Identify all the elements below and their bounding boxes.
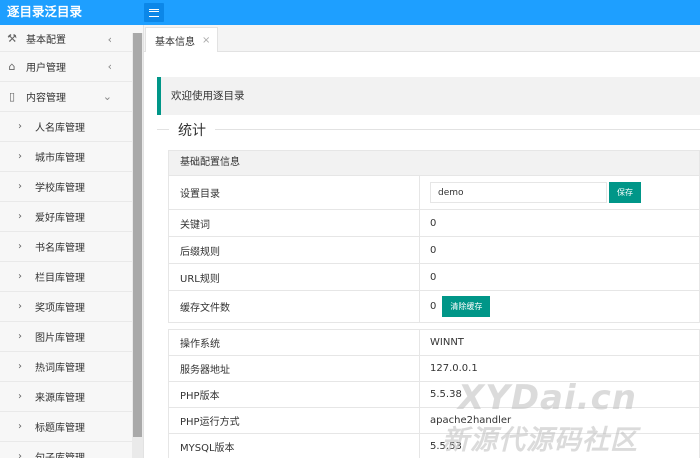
sidebar-subitem-hobbies[interactable]: › 爱好库管理 <box>0 202 143 232</box>
tab-basic-info[interactable]: 基本信息 × <box>145 27 218 52</box>
row-value: 0 <box>430 271 437 283</box>
sidebar-subitem-sources[interactable]: › 来源库管理 <box>0 382 143 412</box>
stats-legend: 统计 <box>169 120 215 140</box>
row-key: 缓存文件数 <box>169 291 420 322</box>
sidebar-item-label: 奖项库管理 <box>35 303 85 314</box>
section-header: 基础配置信息 <box>168 150 700 176</box>
table-row: 后缀规则 0 <box>168 237 700 264</box>
sidebar-subitem-cities[interactable]: › 城市库管理 <box>0 142 143 172</box>
table-row: PHP运行方式 apache2handler <box>168 408 700 434</box>
main-content: 欢迎使用逐目录 统计 基础配置信息 设置目录 保存 关键词 0 后缀规则 0 U… <box>144 52 700 458</box>
chevron-right-icon: › <box>18 421 22 432</box>
close-icon[interactable]: × <box>202 35 210 46</box>
sidebar-subitem-schools[interactable]: › 学校库管理 <box>0 172 143 202</box>
chevron-right-icon: › <box>18 391 22 402</box>
cache-count: 0 <box>430 301 437 312</box>
chevron-right-icon: › <box>18 361 22 372</box>
sidebar-subitem-columns[interactable]: › 栏目库管理 <box>0 262 143 292</box>
chevron-right-icon: › <box>18 181 22 192</box>
tools-icon: ⚒ <box>7 31 17 45</box>
row-key: MYSQL版本 <box>169 434 420 458</box>
fieldset-border <box>157 129 700 130</box>
sidebar-item-basic-config[interactable]: ⚒ 基本配置 ‹ <box>0 25 143 52</box>
app-title: 逐目录泛目录 <box>7 4 83 19</box>
row-key: URL规则 <box>169 264 420 290</box>
row-key: 设置目录 <box>169 176 420 209</box>
sidebar-item-label: 用户管理 <box>26 63 66 74</box>
sidebar-subitem-awards[interactable]: › 奖项库管理 <box>0 292 143 322</box>
sidebar-subitem-books[interactable]: › 书名库管理 <box>0 232 143 262</box>
row-key: 关键词 <box>169 210 420 236</box>
row-key: PHP运行方式 <box>169 408 420 433</box>
row-key: 服务器地址 <box>169 356 420 381</box>
row-key: 操作系统 <box>169 330 420 355</box>
sidebar-subitem-images[interactable]: › 图片库管理 <box>0 322 143 352</box>
row-value: 5.5.53 <box>430 441 462 452</box>
sidebar-item-label: 来源库管理 <box>35 393 85 404</box>
chevron-left-icon: ‹ <box>107 33 112 46</box>
sidebar-item-label: 热词库管理 <box>35 363 85 374</box>
welcome-banner: 欢迎使用逐目录 <box>157 77 700 115</box>
table-row: 缓存文件数 0 清除缓存 <box>168 291 700 323</box>
sidebar-item-label: 句子库管理 <box>35 449 85 458</box>
sidebar-item-label: 学校库管理 <box>35 183 85 194</box>
sidebar-item-user-management[interactable]: ⌂ 用户管理 ‹ <box>0 52 143 82</box>
chevron-right-icon: › <box>18 331 22 342</box>
tab-bar: 基本信息 × <box>144 25 700 52</box>
sidebar-item-label: 栏目库管理 <box>35 273 85 284</box>
sidebar-subitem-hotwords[interactable]: › 热词库管理 <box>0 352 143 382</box>
sidebar-item-label: 图片库管理 <box>35 333 85 344</box>
chevron-left-icon: ‹ <box>107 60 112 73</box>
table-row: 服务器地址 127.0.0.1 <box>168 356 700 382</box>
sidebar-item-label: 爱好库管理 <box>35 213 85 224</box>
chevron-right-icon: › <box>18 121 22 132</box>
table-row: 关键词 0 <box>168 210 700 237</box>
clear-cache-button[interactable]: 清除缓存 <box>442 296 491 317</box>
row-value: WINNT <box>430 337 464 348</box>
sidebar-scrollbar-thumb[interactable] <box>133 33 142 437</box>
document-icon: ▯ <box>8 90 16 103</box>
row-value: 0 <box>430 244 437 256</box>
chevron-right-icon: › <box>18 301 22 312</box>
row-value: 保存 <box>420 176 699 209</box>
sidebar: ⚒ 基本配置 ‹ ⌂ 用户管理 ‹ ▯ 内容管理 ⌄ › 人名库管理 › 城市库管理… <box>0 25 144 458</box>
row-value: 5.5.38 <box>430 389 462 400</box>
tab-label: 基本信息 <box>155 36 195 48</box>
home-icon: ⌂ <box>8 60 16 73</box>
chevron-right-icon: › <box>18 451 22 458</box>
sidebar-item-label: 书名库管理 <box>35 243 85 254</box>
chevron-right-icon: › <box>18 211 22 222</box>
table-row: PHP版本 5.5.38 <box>168 382 700 408</box>
table-row: 设置目录 保存 <box>168 176 700 210</box>
sidebar-item-label: 内容管理 <box>26 93 66 104</box>
row-value: 0 <box>430 217 437 229</box>
sidebar-item-label: 标题库管理 <box>35 423 85 434</box>
sidebar-subitem-titles[interactable]: › 标题库管理 <box>0 412 143 442</box>
chevron-right-icon: › <box>18 151 22 162</box>
row-value: 127.0.0.1 <box>430 363 478 374</box>
chevron-down-icon: ⌄ <box>102 90 112 103</box>
sidebar-item-label: 基本配置 <box>26 34 66 46</box>
chevron-right-icon: › <box>18 271 22 282</box>
row-key: 后缀规则 <box>169 237 420 263</box>
row-value: apache2handler <box>430 415 512 426</box>
top-bar: 逐目录泛目录 <box>0 0 700 25</box>
hamburger-icon <box>149 8 159 17</box>
row-key: PHP版本 <box>169 382 420 407</box>
sidebar-subitem-names[interactable]: › 人名库管理 <box>0 112 143 142</box>
directory-input[interactable] <box>430 182 607 203</box>
sidebar-item-content-management[interactable]: ▯ 内容管理 ⌄ <box>0 82 143 112</box>
sidebar-subitem-sentences[interactable]: › 句子库管理 <box>0 442 143 458</box>
row-value: 0 清除缓存 <box>420 291 699 322</box>
sidebar-item-label: 城市库管理 <box>35 153 85 164</box>
table-row: MYSQL版本 5.5.53 <box>168 434 700 458</box>
save-button[interactable]: 保存 <box>609 182 641 203</box>
sidebar-item-label: 人名库管理 <box>35 123 85 134</box>
table-row: 操作系统 WINNT <box>168 329 700 356</box>
chevron-right-icon: › <box>18 241 22 252</box>
menu-toggle-button[interactable] <box>144 3 164 22</box>
table-row: URL规则 0 <box>168 264 700 291</box>
